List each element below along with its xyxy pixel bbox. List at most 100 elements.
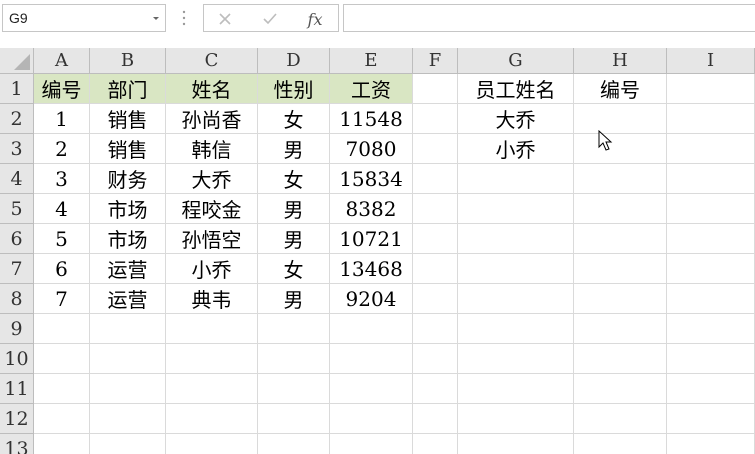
row-header-5[interactable]: 5 bbox=[0, 194, 34, 224]
cell-D12[interactable] bbox=[258, 404, 330, 434]
cell-G11[interactable] bbox=[458, 374, 574, 404]
cell-A10[interactable] bbox=[34, 344, 90, 374]
cell-H13[interactable] bbox=[574, 434, 667, 454]
cell-A7[interactable]: 6 bbox=[34, 254, 90, 284]
cell-A2[interactable]: 1 bbox=[34, 104, 90, 134]
cell-I7[interactable] bbox=[667, 254, 755, 284]
row-header-10[interactable]: 10 bbox=[0, 344, 34, 374]
cell-B1[interactable]: 部门 bbox=[90, 74, 166, 104]
cell-C5[interactable]: 程咬金 bbox=[166, 194, 258, 224]
cell-F1[interactable] bbox=[413, 74, 458, 104]
cell-C1[interactable]: 姓名 bbox=[166, 74, 258, 104]
cell-A11[interactable] bbox=[34, 374, 90, 404]
cell-D13[interactable] bbox=[258, 434, 330, 454]
column-header-F[interactable]: F bbox=[413, 48, 458, 74]
cell-A12[interactable] bbox=[34, 404, 90, 434]
cell-H2[interactable] bbox=[574, 104, 667, 134]
row-header-11[interactable]: 11 bbox=[0, 374, 34, 404]
cell-E7[interactable]: 13468 bbox=[330, 254, 413, 284]
column-header-H[interactable]: H bbox=[574, 48, 667, 74]
column-header-C[interactable]: C bbox=[166, 48, 258, 74]
cell-I5[interactable] bbox=[667, 194, 755, 224]
cell-I1[interactable] bbox=[667, 74, 755, 104]
cell-E9[interactable] bbox=[330, 314, 413, 344]
cell-H12[interactable] bbox=[574, 404, 667, 434]
cell-G10[interactable] bbox=[458, 344, 574, 374]
cell-G1[interactable]: 员工姓名 bbox=[458, 74, 574, 104]
cell-E13[interactable] bbox=[330, 434, 413, 454]
chevron-down-icon[interactable] bbox=[151, 13, 161, 23]
cell-A3[interactable]: 2 bbox=[34, 134, 90, 164]
cell-C9[interactable] bbox=[166, 314, 258, 344]
cell-D1[interactable]: 性别 bbox=[258, 74, 330, 104]
cell-F3[interactable] bbox=[413, 134, 458, 164]
cell-I9[interactable] bbox=[667, 314, 755, 344]
cell-F9[interactable] bbox=[413, 314, 458, 344]
cell-A1[interactable]: 编号 bbox=[34, 74, 90, 104]
cell-H11[interactable] bbox=[574, 374, 667, 404]
cell-F7[interactable] bbox=[413, 254, 458, 284]
row-header-13[interactable]: 13 bbox=[0, 434, 34, 454]
cell-H3[interactable] bbox=[574, 134, 667, 164]
cell-H10[interactable] bbox=[574, 344, 667, 374]
cell-G12[interactable] bbox=[458, 404, 574, 434]
row-header-7[interactable]: 7 bbox=[0, 254, 34, 284]
cancel-button[interactable] bbox=[214, 9, 236, 29]
cell-H5[interactable] bbox=[574, 194, 667, 224]
cell-C12[interactable] bbox=[166, 404, 258, 434]
cell-E12[interactable] bbox=[330, 404, 413, 434]
cell-H7[interactable] bbox=[574, 254, 667, 284]
cell-I13[interactable] bbox=[667, 434, 755, 454]
cell-G3[interactable]: 小乔 bbox=[458, 134, 574, 164]
column-header-E[interactable]: E bbox=[330, 48, 413, 74]
cell-G2[interactable]: 大乔 bbox=[458, 104, 574, 134]
cell-D5[interactable]: 男 bbox=[258, 194, 330, 224]
cell-C7[interactable]: 小乔 bbox=[166, 254, 258, 284]
cell-A8[interactable]: 7 bbox=[34, 284, 90, 314]
cell-E8[interactable]: 9204 bbox=[330, 284, 413, 314]
cell-I10[interactable] bbox=[667, 344, 755, 374]
cell-C4[interactable]: 大乔 bbox=[166, 164, 258, 194]
name-box[interactable]: G9 bbox=[2, 4, 166, 32]
row-header-3[interactable]: 3 bbox=[0, 134, 34, 164]
cell-A6[interactable]: 5 bbox=[34, 224, 90, 254]
cell-B6[interactable]: 市场 bbox=[90, 224, 166, 254]
cell-F12[interactable] bbox=[413, 404, 458, 434]
cell-C8[interactable]: 典韦 bbox=[166, 284, 258, 314]
cell-I4[interactable] bbox=[667, 164, 755, 194]
cell-E4[interactable]: 15834 bbox=[330, 164, 413, 194]
cell-F13[interactable] bbox=[413, 434, 458, 454]
cell-D6[interactable]: 男 bbox=[258, 224, 330, 254]
cell-I2[interactable] bbox=[667, 104, 755, 134]
cell-F4[interactable] bbox=[413, 164, 458, 194]
column-header-G[interactable]: G bbox=[458, 48, 574, 74]
cell-H4[interactable] bbox=[574, 164, 667, 194]
row-header-4[interactable]: 4 bbox=[0, 164, 34, 194]
cell-G8[interactable] bbox=[458, 284, 574, 314]
cell-F10[interactable] bbox=[413, 344, 458, 374]
cell-I6[interactable] bbox=[667, 224, 755, 254]
cell-F2[interactable] bbox=[413, 104, 458, 134]
insert-function-button[interactable]: fx bbox=[304, 9, 326, 29]
enter-button[interactable] bbox=[259, 9, 281, 29]
cell-G9[interactable] bbox=[458, 314, 574, 344]
cell-D4[interactable]: 女 bbox=[258, 164, 330, 194]
cell-I8[interactable] bbox=[667, 284, 755, 314]
row-header-12[interactable]: 12 bbox=[0, 404, 34, 434]
cell-F6[interactable] bbox=[413, 224, 458, 254]
row-header-8[interactable]: 8 bbox=[0, 284, 34, 314]
cell-G13[interactable] bbox=[458, 434, 574, 454]
cell-D8[interactable]: 男 bbox=[258, 284, 330, 314]
cell-H6[interactable] bbox=[574, 224, 667, 254]
cell-B8[interactable]: 运营 bbox=[90, 284, 166, 314]
cell-E3[interactable]: 7080 bbox=[330, 134, 413, 164]
cell-C11[interactable] bbox=[166, 374, 258, 404]
cell-C2[interactable]: 孙尚香 bbox=[166, 104, 258, 134]
cell-E2[interactable]: 11548 bbox=[330, 104, 413, 134]
cell-B5[interactable]: 市场 bbox=[90, 194, 166, 224]
cell-I11[interactable] bbox=[667, 374, 755, 404]
cell-B2[interactable]: 销售 bbox=[90, 104, 166, 134]
cell-A13[interactable] bbox=[34, 434, 90, 454]
formula-input[interactable] bbox=[343, 4, 755, 32]
column-header-I[interactable]: I bbox=[667, 48, 755, 74]
